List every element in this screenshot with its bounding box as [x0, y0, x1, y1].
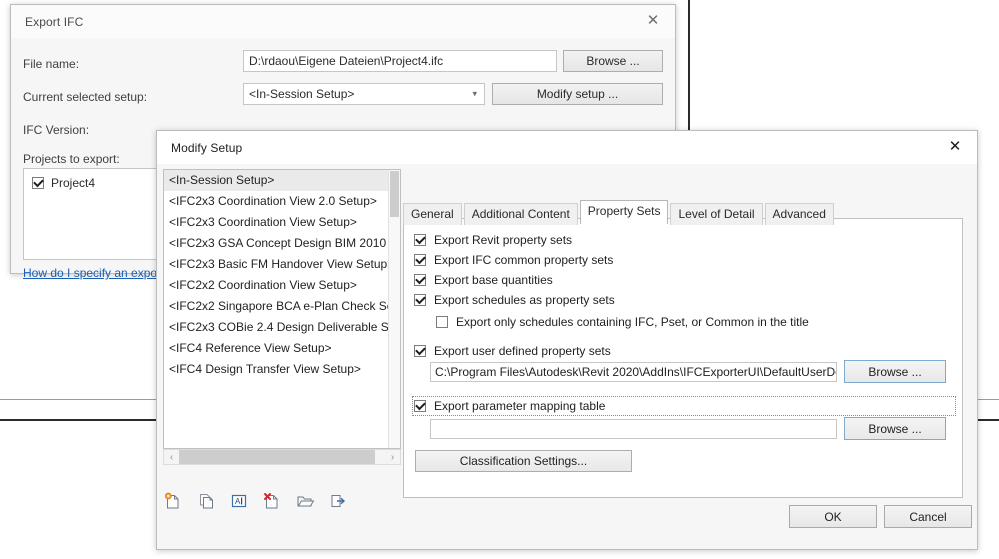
- current-setup-label: Current selected setup:: [23, 90, 148, 104]
- scrollbar-thumb[interactable]: [179, 450, 375, 464]
- export-setup-icon[interactable]: [328, 491, 348, 511]
- modify-setup-button[interactable]: Modify setup ...: [492, 83, 663, 105]
- checkbox-export-user-defined-property-sets[interactable]: Export user defined property sets: [414, 344, 611, 358]
- scroll-left-arrow-icon[interactable]: ‹: [164, 452, 179, 463]
- setup-toolbar: A: [163, 491, 348, 511]
- svg-text:A: A: [235, 497, 241, 506]
- setup-list-item[interactable]: <IFC2x3 Coordination View Setup>: [164, 212, 400, 233]
- modify-setup-dialog: Modify Setup ✕ <In-Session Setup> <IFC2x3…: [156, 130, 978, 550]
- project-checkbox[interactable]: [32, 177, 44, 189]
- checkbox-export-ifc-common-property-sets[interactable]: Export IFC common property sets: [414, 253, 613, 267]
- mapping-table-path-input[interactable]: [430, 419, 837, 439]
- tab-additional-content[interactable]: Additional Content: [463, 203, 578, 225]
- rename-setup-icon[interactable]: A: [229, 491, 249, 511]
- export-ifc-titlebar: Export IFC ✕: [11, 5, 675, 38]
- current-setup-select[interactable]: <In-Session Setup> ▾: [243, 83, 485, 105]
- project-label: Project4: [51, 176, 96, 190]
- delete-setup-icon[interactable]: [262, 491, 282, 511]
- setup-list[interactable]: <In-Session Setup> <IFC2x3 Coordination V…: [163, 169, 401, 449]
- setup-list-item[interactable]: <IFC4 Reference View Setup>: [164, 338, 400, 359]
- checkbox-export-base-quantities[interactable]: Export base quantities: [414, 273, 553, 287]
- file-name-input[interactable]: D:\rdaou\Eigene Dateien\Project4.ifc: [243, 50, 557, 72]
- projects-to-export-label: Projects to export:: [23, 152, 120, 166]
- setup-list-item[interactable]: <IFC2x3 Coordination View 2.0 Setup>: [164, 191, 400, 212]
- property-sets-panel: Export Revit property sets Export IFC co…: [403, 218, 963, 498]
- setup-list-item[interactable]: <IFC2x3 COBie 2.4 Design Deliverable Set…: [164, 317, 400, 338]
- scrollbar-track[interactable]: [179, 450, 385, 464]
- tab-level-of-detail[interactable]: Level of Detail: [670, 203, 763, 225]
- current-setup-value: <In-Session Setup>: [249, 87, 355, 101]
- checkbox-label: Export IFC common property sets: [434, 253, 614, 267]
- chevron-down-icon: ▾: [472, 88, 477, 99]
- user-defined-browse-button[interactable]: Browse ...: [844, 360, 946, 383]
- export-ifc-title: Export IFC: [25, 14, 84, 29]
- checkbox-box[interactable]: [414, 400, 426, 412]
- tab-advanced[interactable]: Advanced: [764, 203, 834, 225]
- checkbox-export-parameter-mapping-table[interactable]: Export parameter mapping table: [414, 399, 605, 413]
- mapping-table-browse-button[interactable]: Browse ...: [844, 417, 946, 440]
- setup-list-item[interactable]: <IFC4 Design Transfer View Setup>: [164, 359, 400, 380]
- checkbox-box[interactable]: [414, 345, 426, 357]
- checkbox-label: Export schedules as property sets: [434, 293, 615, 307]
- checkbox-export-only-schedules-with-keywords[interactable]: Export only schedules containing IFC, Ps…: [436, 315, 809, 329]
- screen: Export IFC ✕ File name: D:\rdaou\Eigene …: [0, 0, 999, 559]
- export-help-link[interactable]: How do I specify an export s: [23, 266, 174, 280]
- list-item[interactable]: Project4: [24, 169, 174, 197]
- import-setup-icon[interactable]: [295, 491, 315, 511]
- file-browse-button[interactable]: Browse ...: [563, 50, 663, 72]
- file-name-label: File name:: [23, 57, 80, 71]
- ifc-version-label: IFC Version:: [23, 123, 90, 137]
- ok-button[interactable]: OK: [789, 505, 877, 528]
- tab-property-sets[interactable]: Property Sets: [579, 200, 669, 224]
- checkbox-label: Export base quantities: [434, 273, 553, 287]
- checkbox-box[interactable]: [414, 254, 426, 266]
- checkbox-export-schedules-as-property-sets[interactable]: Export schedules as property sets: [414, 293, 615, 307]
- checkbox-label: Export only schedules containing IFC, Ps…: [456, 315, 809, 329]
- setup-list-item[interactable]: <IFC2x2 Singapore BCA e-Plan Check Setup…: [164, 296, 400, 317]
- checkbox-box[interactable]: [414, 234, 426, 246]
- close-icon[interactable]: ✕: [933, 131, 977, 161]
- checkbox-box[interactable]: [414, 274, 426, 286]
- setup-list-item[interactable]: <In-Session Setup>: [164, 170, 400, 191]
- setup-list-items: <In-Session Setup> <IFC2x3 Coordination V…: [164, 170, 400, 380]
- tab-bar: General Additional Content Property Sets Le…: [403, 200, 834, 225]
- new-setup-icon[interactable]: [163, 491, 183, 511]
- projects-listbox[interactable]: Project4: [23, 168, 175, 260]
- modify-setup-title: Modify Setup: [171, 140, 243, 155]
- duplicate-setup-icon[interactable]: [196, 491, 216, 511]
- checkbox-label: Export parameter mapping table: [434, 399, 606, 413]
- checkbox-label: Export user defined property sets: [434, 344, 611, 358]
- tab-general[interactable]: General: [403, 203, 462, 225]
- checkbox-box[interactable]: [414, 294, 426, 306]
- setup-list-item[interactable]: <IFC2x3 Basic FM Handover View Setup>: [164, 254, 400, 275]
- modify-setup-body: <In-Session Setup> <IFC2x3 Coordination V…: [157, 164, 977, 549]
- checkbox-label: Export Revit property sets: [434, 233, 573, 247]
- setup-list-horizontal-scrollbar[interactable]: ‹ ›: [163, 449, 401, 465]
- setup-list-vertical-scrollbar[interactable]: [388, 170, 400, 448]
- cancel-button[interactable]: Cancel: [884, 505, 972, 528]
- classification-settings-button[interactable]: Classification Settings...: [415, 450, 632, 472]
- close-icon[interactable]: ✕: [631, 5, 675, 35]
- scrollbar-thumb[interactable]: [390, 171, 399, 217]
- setup-list-item[interactable]: <IFC2x2 Coordination View Setup>: [164, 275, 400, 296]
- modify-setup-titlebar: Modify Setup ✕: [157, 131, 977, 164]
- user-defined-path-input[interactable]: C:\Program Files\Autodesk\Revit 2020\Add…: [430, 362, 837, 382]
- scroll-right-arrow-icon[interactable]: ›: [385, 452, 400, 463]
- checkbox-box[interactable]: [436, 316, 448, 328]
- checkbox-export-revit-property-sets[interactable]: Export Revit property sets: [414, 233, 572, 247]
- setup-list-item[interactable]: <IFC2x3 GSA Concept Design BIM 2010 Setu…: [164, 233, 400, 254]
